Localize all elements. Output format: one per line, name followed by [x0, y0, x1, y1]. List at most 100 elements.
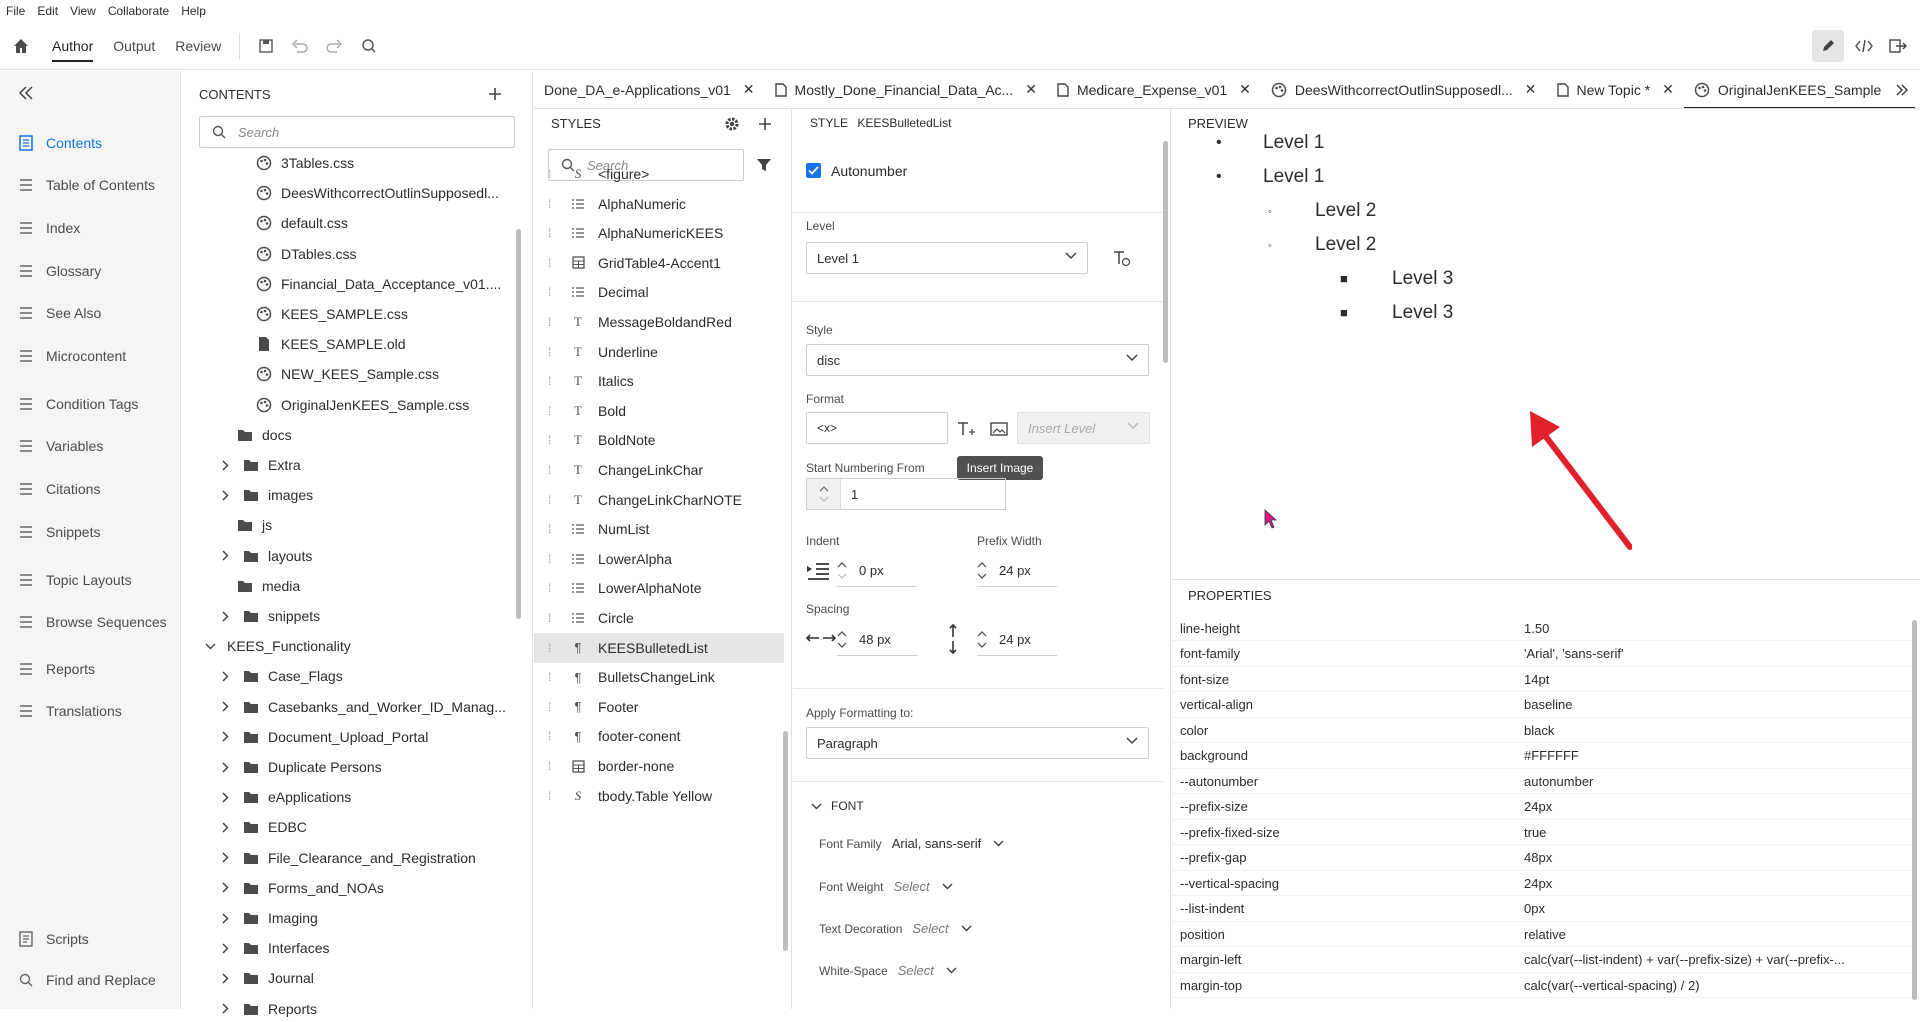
horizontal-spacing-stepper[interactable]: 48 px	[837, 624, 917, 656]
add-icon[interactable]	[486, 85, 504, 103]
home-icon[interactable]	[10, 35, 32, 57]
tree-folder[interactable]: media	[236, 573, 300, 599]
insert-image-icon[interactable]	[988, 418, 1010, 440]
property-row[interactable]: --prefix-fixed-size true	[1172, 820, 1912, 845]
tab-author[interactable]: Author	[52, 22, 94, 70]
drag-handle-icon[interactable]: ⁞	[548, 463, 562, 477]
apply-formatting-select[interactable]: Paragraph	[806, 727, 1149, 759]
style-list-item[interactable]: ⁞ ¶ KEESBulletedList	[534, 632, 784, 663]
drag-handle-icon[interactable]: ⁞	[548, 226, 562, 240]
menu-file[interactable]: File	[6, 4, 25, 18]
tree-folder[interactable]: docs	[236, 422, 292, 448]
style-list-item[interactable]: ⁞ ¶ BulletsChangeLink	[534, 662, 784, 692]
style-list-item[interactable]: ⁞ ¶ Footer	[534, 692, 784, 722]
chevron-right-icon[interactable]	[216, 788, 234, 806]
drag-handle-icon[interactable]: ⁞	[548, 404, 562, 418]
drag-handle-icon[interactable]: ⁞	[548, 789, 562, 803]
tree-file[interactable]: NEW_KEES_Sample.css	[255, 361, 439, 387]
drag-handle-icon[interactable]: ⁞	[548, 641, 562, 655]
drag-handle-icon[interactable]: ⁞	[548, 670, 562, 684]
menu-collaborate[interactable]: Collaborate	[108, 4, 169, 18]
stepper-arrows[interactable]	[837, 631, 849, 648]
style-list-item[interactable]: ⁞ T Italics	[534, 366, 784, 396]
style-list-item[interactable]: ⁞ border-none	[534, 751, 784, 781]
more-tabs-icon[interactable]	[1892, 80, 1912, 100]
drag-handle-icon[interactable]: ⁞	[548, 611, 562, 625]
tree-folder[interactable]: eApplications	[216, 784, 351, 810]
white-space-select[interactable]: Select	[898, 963, 957, 978]
sidebar-item-scripts[interactable]: Scripts	[16, 927, 89, 951]
tree-folder[interactable]: layouts	[216, 543, 312, 569]
tree-file[interactable]: default.css	[255, 210, 348, 236]
chevron-down-icon[interactable]	[201, 637, 219, 655]
stepper-arrows[interactable]	[807, 479, 841, 509]
insert-level-select[interactable]: Insert Level	[1017, 412, 1150, 444]
sidebar-item-see-also[interactable]: See Also	[16, 301, 101, 325]
chevron-right-icon[interactable]	[216, 698, 234, 716]
style-list-item[interactable]: ⁞ S <figure>	[534, 159, 784, 189]
drag-handle-icon[interactable]: ⁞	[548, 522, 562, 536]
drag-handle-icon[interactable]: ⁞	[548, 167, 562, 181]
drag-handle-icon[interactable]: ⁞	[548, 759, 562, 773]
property-row[interactable]: margin-top calc(var(--vertical-spacing) /…	[1172, 973, 1912, 998]
chevron-right-icon[interactable]	[216, 849, 234, 867]
autonumber-checkbox[interactable]	[806, 163, 821, 178]
style-list-item[interactable]: ⁞ AlphaNumeric	[534, 189, 784, 219]
tree-folder[interactable]: Interfaces	[216, 935, 329, 961]
close-icon[interactable]: ✕	[1662, 81, 1674, 98]
sidebar-item-topic-layouts[interactable]: Topic Layouts	[16, 568, 132, 592]
code-view-icon[interactable]	[1850, 32, 1878, 60]
document-tab[interactable]: Medicare_Expense_v01 ✕	[1047, 71, 1261, 108]
text-decoration-select[interactable]: Select	[912, 921, 972, 936]
tree-folder[interactable]: Imaging	[216, 905, 318, 931]
sidebar-item-variables[interactable]: Variables	[16, 434, 103, 458]
property-row[interactable]: --prefix-gap 48px	[1172, 846, 1912, 871]
tree-folder[interactable]: KEES_Functionality	[201, 633, 351, 659]
indent-stepper[interactable]: 0 px	[837, 555, 917, 587]
tree-folder[interactable]: Casebanks_and_Worker_ID_Manag...	[216, 694, 506, 720]
add-style-icon[interactable]	[755, 114, 775, 134]
tree-folder[interactable]: Duplicate Persons	[216, 754, 382, 780]
tree-file[interactable]: Financial_Data_Acceptance_v01....	[255, 271, 501, 297]
stepper-arrows[interactable]	[977, 562, 989, 579]
sidebar-item-citations[interactable]: Citations	[16, 477, 100, 501]
tab-output[interactable]: Output	[113, 22, 155, 70]
style-list-item[interactable]: ⁞ LowerAlpha	[534, 544, 784, 574]
drag-handle-icon[interactable]: ⁞	[548, 315, 562, 329]
tree-folder[interactable]: Journal	[216, 965, 314, 991]
property-row[interactable]: background #FFFFFF	[1172, 744, 1912, 769]
property-row[interactable]: --list-indent 0px	[1172, 897, 1912, 922]
tree-file[interactable]: DeesWithcorrectOutlinSupposedl...	[255, 180, 499, 206]
tree-folder[interactable]: Document_Upload_Portal	[216, 724, 428, 750]
drag-handle-icon[interactable]: ⁞	[548, 700, 562, 714]
vertical-spacing-stepper[interactable]: 24 px	[977, 624, 1057, 656]
sidebar-item-browse-sequences[interactable]: Browse Sequences	[16, 610, 167, 634]
drag-handle-icon[interactable]: ⁞	[548, 345, 562, 359]
drag-handle-icon[interactable]: ⁞	[548, 285, 562, 299]
chevron-right-icon[interactable]	[216, 607, 234, 625]
style-list-item[interactable]: ⁞ T Bold	[534, 396, 784, 426]
tree-folder[interactable]: snippets	[216, 603, 320, 629]
chevron-right-icon[interactable]	[216, 456, 234, 474]
tree-folder[interactable]: images	[216, 482, 313, 508]
style-list-item[interactable]: ⁞ T MessageBoldandRed	[534, 307, 784, 337]
editor-scrollbar[interactable]	[1163, 141, 1168, 363]
sidebar-item-condition-tags[interactable]: Condition Tags	[16, 392, 138, 416]
close-icon[interactable]: ✕	[1239, 81, 1251, 98]
contents-scrollbar[interactable]	[516, 229, 521, 619]
collapse-panel-icon[interactable]	[16, 83, 36, 103]
chevron-right-icon[interactable]	[216, 909, 234, 927]
style-list-item[interactable]: ⁞ ¶ footer-conent	[534, 721, 784, 751]
property-row[interactable]: color black	[1172, 718, 1912, 743]
tree-file[interactable]: DTables.css	[255, 241, 356, 267]
property-row[interactable]: vertical-align baseline	[1172, 693, 1912, 718]
property-row[interactable]: font-family 'Arial', 'sans-serif'	[1172, 642, 1912, 667]
drag-handle-icon[interactable]: ⁞	[548, 374, 562, 388]
property-row[interactable]: font-size 14pt	[1172, 667, 1912, 692]
drag-handle-icon[interactable]: ⁞	[548, 433, 562, 447]
chevron-right-icon[interactable]	[216, 939, 234, 957]
stepper-arrows[interactable]	[837, 562, 849, 579]
style-list-item[interactable]: ⁞ LowerAlphaNote	[534, 573, 784, 603]
stepper-arrows[interactable]	[977, 631, 989, 648]
export-icon[interactable]	[1884, 32, 1912, 60]
